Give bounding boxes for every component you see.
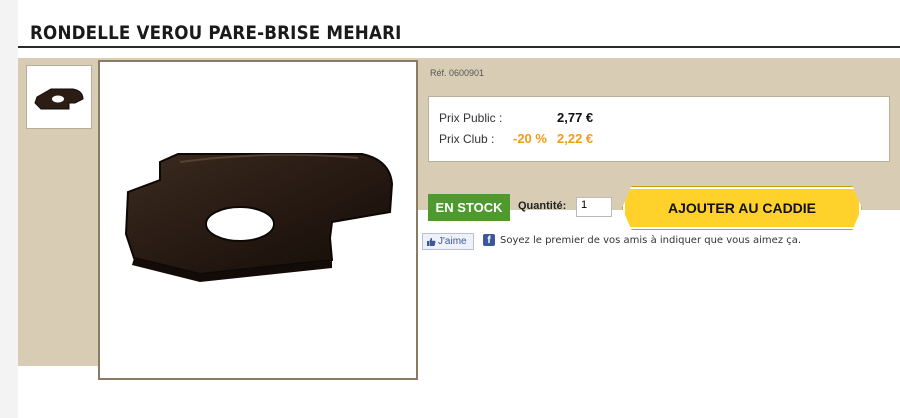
like-button[interactable]: J'aime xyxy=(422,233,474,250)
title-divider xyxy=(18,46,900,48)
washer-thumbnail-image xyxy=(34,88,84,110)
like-label: J'aime xyxy=(438,236,467,247)
thumbs-up-icon xyxy=(427,237,436,246)
product-reference: Réf. 0600901 xyxy=(430,68,485,78)
club-discount: -20 % xyxy=(513,131,547,146)
public-price-value: 2,77 € xyxy=(557,110,594,125)
washer-image xyxy=(124,153,394,282)
facebook-icon: f xyxy=(483,234,495,246)
stock-badge: EN STOCK xyxy=(428,194,510,221)
club-price-value: 2,22 € xyxy=(557,131,594,146)
product-thumbnail[interactable] xyxy=(26,65,92,129)
club-price-label: Prix Club : xyxy=(439,132,495,146)
page-title: RONDELLE VEROU PARE-BRISE MEHARI xyxy=(30,22,402,44)
product-page: RONDELLE VEROU PARE-BRISE MEHARI Réf. 06… xyxy=(18,0,900,418)
add-to-cart-button[interactable]: AJOUTER AU CADDIE xyxy=(622,186,862,230)
like-social-text: Soyez le premier de vos amis à indiquer … xyxy=(500,235,802,246)
product-main-image[interactable] xyxy=(98,60,418,380)
quantity-label: Quantité: xyxy=(518,200,567,212)
quantity-input[interactable]: 1 xyxy=(576,197,612,217)
public-price-label: Prix Public : xyxy=(439,111,503,125)
price-box: Prix Public : 2,77 € Prix Club : -20 % 2… xyxy=(428,96,890,162)
